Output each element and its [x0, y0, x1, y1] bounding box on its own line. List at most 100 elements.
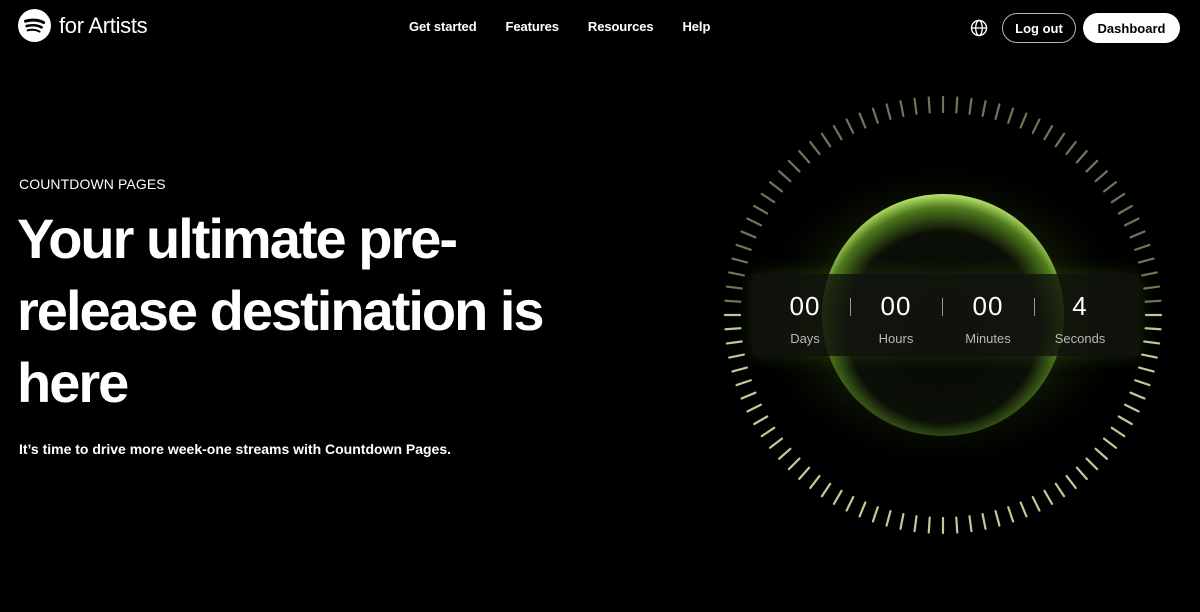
dial-tick — [725, 340, 743, 345]
dial-tick — [1117, 415, 1133, 426]
dial-tick — [820, 482, 832, 498]
dial-tick — [740, 391, 757, 400]
countdown-seconds: 4 Seconds — [1035, 274, 1125, 356]
dial-tick — [1054, 132, 1066, 148]
dial-tick — [1129, 391, 1146, 400]
dial-tick — [1043, 125, 1054, 141]
dial-tick — [777, 447, 792, 460]
dial-tick — [731, 257, 749, 264]
dial-tick — [809, 140, 821, 156]
nav-help[interactable]: Help — [683, 19, 711, 34]
dial-tick — [1094, 170, 1109, 183]
hours-label: Hours — [878, 331, 914, 346]
dial-tick — [820, 132, 832, 148]
dial-tick — [913, 97, 918, 115]
dial-tick — [1137, 257, 1155, 264]
dial-tick — [787, 457, 801, 471]
dial-tick — [968, 97, 973, 115]
countdown-timer: 00 Days 00 Hours 00 Minutes 4 Seconds — [752, 274, 1140, 356]
dial-tick — [885, 509, 892, 527]
dial-tick — [927, 516, 931, 534]
dial-tick — [1102, 437, 1118, 449]
dial-tick — [1110, 426, 1126, 438]
dial-tick — [955, 96, 959, 114]
dial-tick — [1094, 447, 1109, 460]
dial-tick — [955, 516, 959, 534]
dial-tick — [768, 181, 784, 193]
dial-tick — [1123, 217, 1140, 227]
dial-tick — [1143, 285, 1161, 290]
logout-button[interactable]: Log out — [1002, 13, 1076, 43]
dial-tick — [798, 149, 811, 164]
dial-tick — [1043, 489, 1054, 505]
hero-headline: Your ultimate pre-release destination is… — [17, 207, 545, 414]
dial-tick — [1065, 474, 1077, 490]
hero-subtext: It’s time to drive more week-one streams… — [19, 441, 452, 457]
dial-tick — [1075, 149, 1088, 164]
dial-tick — [753, 204, 769, 215]
nav-resources[interactable]: Resources — [588, 19, 654, 34]
dial-tick — [777, 170, 792, 183]
top-nav-bar: for Artists Get started Features Resourc… — [0, 0, 1200, 56]
dial-tick — [735, 379, 752, 387]
dial-tick — [1007, 506, 1015, 523]
dial-tick — [1102, 181, 1118, 193]
dial-tick — [871, 506, 879, 523]
dial-tick — [981, 100, 987, 118]
minutes-label: Minutes — [965, 331, 1011, 346]
dial-tick — [968, 515, 973, 533]
dial-tick — [1143, 340, 1161, 345]
dial-tick — [981, 512, 987, 530]
section-eyebrow: COUNTDOWN PAGES — [19, 176, 166, 192]
seconds-value: 4 — [1072, 291, 1088, 321]
dial-tick — [1031, 495, 1041, 512]
dial-tick — [1134, 379, 1151, 387]
globe-icon[interactable] — [970, 19, 988, 37]
dial-tick — [1117, 204, 1133, 215]
dial-tick — [1019, 112, 1028, 129]
dial-tick — [1144, 327, 1162, 331]
dial-tick — [1031, 118, 1041, 135]
dial-tick — [760, 192, 776, 204]
dial-tick — [1019, 501, 1028, 518]
dial-tick — [1054, 482, 1066, 498]
dial-tick — [731, 366, 749, 373]
nav-features[interactable]: Features — [506, 19, 559, 34]
countdown-days: 00 Days — [760, 274, 850, 356]
dial-tick — [845, 118, 855, 135]
dial-tick — [1007, 107, 1015, 124]
dial-tick — [871, 107, 879, 124]
dial-tick — [1110, 192, 1126, 204]
dial-tick — [787, 159, 801, 173]
dial-tick — [1075, 466, 1088, 481]
dial-tick — [740, 230, 757, 239]
dial-tick — [753, 415, 769, 426]
dial-tick — [1144, 299, 1162, 303]
spotify-logo-icon — [18, 9, 51, 42]
dashboard-button[interactable]: Dashboard — [1083, 13, 1180, 43]
seconds-label: Seconds — [1054, 331, 1106, 346]
dial-tick — [913, 515, 918, 533]
dial-tick — [1123, 403, 1140, 413]
dial-tick — [1140, 353, 1158, 359]
dial-tick — [845, 495, 855, 512]
dial-tick — [994, 509, 1001, 527]
dial-tick — [724, 299, 742, 303]
dial-tick — [798, 466, 811, 481]
page: for Artists Get started Features Resourc… — [0, 0, 1200, 612]
dial-tick — [858, 112, 867, 129]
dial-tick — [809, 474, 821, 490]
dial-tick — [1129, 230, 1146, 239]
dial-tick — [1140, 271, 1158, 277]
dial-tick — [725, 285, 743, 290]
dial-tick — [1085, 457, 1099, 471]
dial-tick — [1085, 159, 1099, 173]
dial-tick — [1137, 366, 1155, 373]
nav-get-started[interactable]: Get started — [409, 19, 477, 34]
site-logo[interactable]: for Artists — [18, 9, 148, 42]
dial-tick — [724, 327, 742, 331]
dial-tick — [760, 426, 776, 438]
dial-tick — [832, 125, 843, 141]
dial-tick — [994, 103, 1001, 121]
dial-tick — [728, 353, 746, 359]
